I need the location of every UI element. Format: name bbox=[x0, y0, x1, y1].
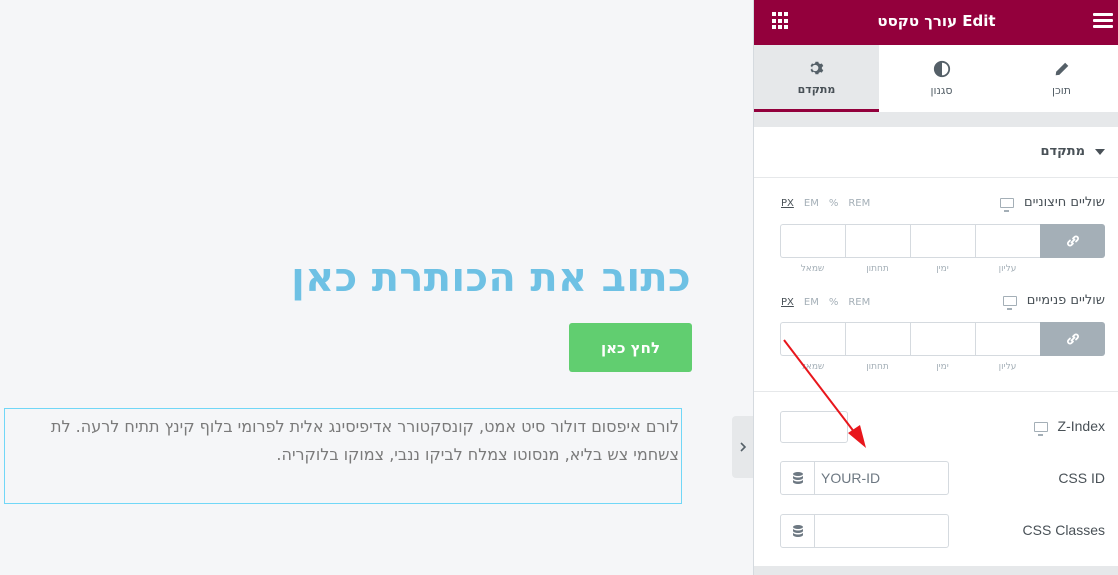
pencil-icon bbox=[1055, 62, 1068, 76]
panel-title: עורך טקסט Edit bbox=[877, 12, 996, 30]
unit-percent[interactable]: % bbox=[829, 297, 839, 308]
tab-label: סגנון bbox=[930, 84, 953, 97]
contrast-icon bbox=[933, 60, 950, 78]
page-heading[interactable]: כתוב את הכותרת כאן bbox=[291, 255, 691, 301]
link-icon bbox=[1066, 333, 1079, 345]
css-id-label: CSS ID bbox=[1058, 470, 1105, 486]
editor-screen: כתוב את הכותרת כאן לחץ כאן לורם איפסום ד… bbox=[0, 0, 1118, 575]
chevron-right-icon bbox=[739, 442, 746, 452]
collapse-panel-toggle[interactable] bbox=[732, 416, 753, 478]
dynamic-tags-button[interactable] bbox=[781, 462, 815, 494]
side-top-label: עליון bbox=[998, 362, 1017, 372]
dynamic-tags-button[interactable] bbox=[781, 515, 815, 547]
padding-top-input[interactable] bbox=[975, 322, 1040, 356]
margin-left-input[interactable] bbox=[780, 224, 845, 258]
padding-units: PX EM % REM bbox=[781, 297, 870, 308]
side-right-label: ימין bbox=[936, 362, 949, 372]
desktop-icon[interactable] bbox=[1002, 295, 1017, 310]
link-values-button[interactable] bbox=[1040, 224, 1105, 258]
divider bbox=[754, 391, 1118, 392]
zindex-label-row: Z-Index bbox=[1033, 418, 1105, 437]
unit-percent[interactable]: % bbox=[829, 198, 839, 209]
tab-style[interactable]: סגנון bbox=[879, 45, 1004, 112]
section-toggle[interactable]: מתקדם bbox=[1040, 144, 1105, 159]
side-left-label: שמאל bbox=[800, 362, 825, 372]
link-icon bbox=[1066, 235, 1079, 247]
unit-rem[interactable]: REM bbox=[848, 198, 870, 209]
database-icon bbox=[792, 472, 803, 484]
unit-px[interactable]: PX bbox=[781, 198, 794, 209]
side-bottom-label: תחתון bbox=[866, 362, 889, 372]
advanced-section: מתקדם שוליים חיצוניים PX EM % REM עליון … bbox=[754, 126, 1118, 566]
preview-canvas: כתוב את הכותרת כאן לחץ כאן לורם איפסום ד… bbox=[0, 0, 753, 575]
margin-inputs bbox=[780, 224, 1105, 258]
panel-header: עורך טקסט Edit bbox=[754, 0, 1118, 45]
padding-left-input[interactable] bbox=[780, 322, 845, 356]
zindex-input[interactable] bbox=[780, 411, 848, 443]
tab-label: מתקדם bbox=[797, 82, 836, 96]
side-left-label: שמאל bbox=[800, 264, 825, 274]
css-classes-field[interactable] bbox=[780, 514, 949, 548]
css-id-field[interactable]: YOUR-ID bbox=[780, 461, 949, 495]
padding-bottom-input[interactable] bbox=[845, 322, 910, 356]
tab-advanced[interactable]: מתקדם bbox=[754, 45, 879, 112]
database-icon bbox=[792, 525, 803, 537]
unit-em[interactable]: EM bbox=[804, 297, 819, 308]
padding-label-row: שוליים פנימיים bbox=[1002, 293, 1105, 310]
margin-top-input[interactable] bbox=[975, 224, 1040, 258]
section-title: מתקדם bbox=[1040, 144, 1085, 159]
margin-side-labels: עליון ימין תחתון שמאל bbox=[780, 264, 1040, 274]
margin-label: שוליים חיצוניים bbox=[1023, 195, 1105, 210]
padding-label: שוליים פנימיים bbox=[1026, 293, 1105, 308]
unit-px[interactable]: PX bbox=[781, 297, 794, 308]
zindex-label: Z-Index bbox=[1057, 418, 1105, 434]
margin-units: PX EM % REM bbox=[781, 198, 870, 209]
margin-right-input[interactable] bbox=[910, 224, 975, 258]
gear-icon bbox=[810, 61, 823, 74]
tab-content[interactable]: תוכן bbox=[1004, 45, 1118, 112]
side-bottom-label: תחתון bbox=[866, 264, 889, 274]
menu-icon[interactable] bbox=[1093, 13, 1113, 31]
padding-inputs bbox=[780, 322, 1105, 356]
link-values-button[interactable] bbox=[1040, 322, 1105, 356]
desktop-icon[interactable] bbox=[999, 197, 1014, 212]
panel-tabs: מתקדם סגנון תוכן bbox=[754, 45, 1118, 112]
editor-panel: עורך טקסט Edit מתקדם סגנון תוכן מתקדם שו… bbox=[753, 0, 1118, 575]
css-id-input[interactable]: YOUR-ID bbox=[815, 462, 948, 494]
padding-right-input[interactable] bbox=[910, 322, 975, 356]
css-classes-input[interactable] bbox=[815, 515, 948, 547]
divider bbox=[754, 177, 1118, 178]
margin-bottom-input[interactable] bbox=[845, 224, 910, 258]
side-top-label: עליון bbox=[998, 264, 1017, 274]
click-here-button[interactable]: לחץ כאן bbox=[569, 323, 692, 372]
css-classes-label: CSS Classes bbox=[1022, 522, 1105, 538]
margin-label-row: שוליים חיצוניים bbox=[999, 195, 1105, 212]
tab-label: תוכן bbox=[1051, 84, 1072, 97]
unit-rem[interactable]: REM bbox=[848, 297, 870, 308]
unit-em[interactable]: EM bbox=[804, 198, 819, 209]
padding-side-labels: עליון ימין תחתון שמאל bbox=[780, 362, 1040, 372]
side-right-label: ימין bbox=[936, 264, 949, 274]
desktop-icon[interactable] bbox=[1033, 422, 1048, 437]
text-editor-widget[interactable]: לורם איפסום דולור סיט אמט, קונסקטורר אדי… bbox=[4, 408, 682, 504]
caret-down-icon bbox=[1095, 148, 1105, 155]
